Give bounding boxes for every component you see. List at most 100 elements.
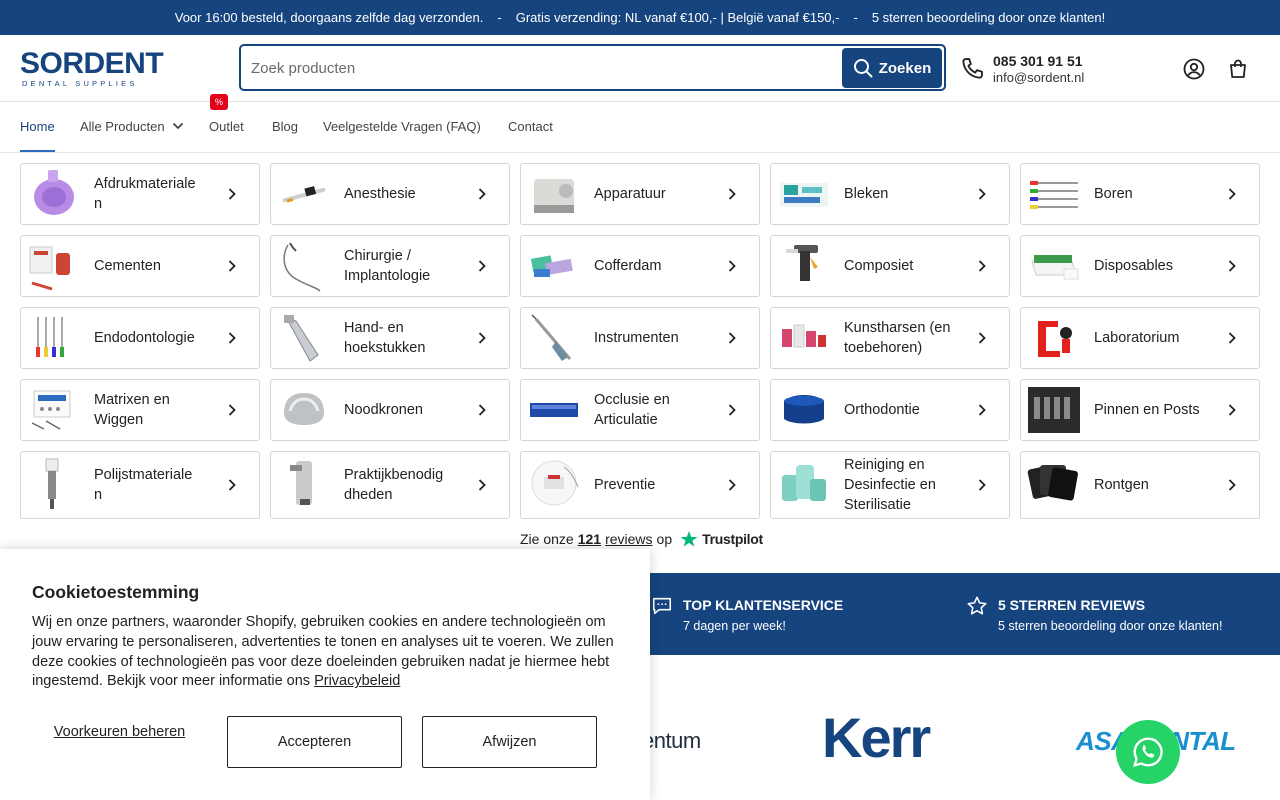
- category-image: [31, 390, 71, 430]
- category-label: Anesthesie: [344, 186, 416, 202]
- category-image: [780, 183, 828, 207]
- nav-blog[interactable]: Blog: [272, 119, 298, 134]
- category-card-cofferdam[interactable]: Cofferdam: [520, 235, 760, 297]
- usp-title: TOP KLANTENSERVICE: [683, 597, 844, 613]
- privacy-policy-link[interactable]: Privacybeleid: [314, 673, 400, 689]
- category-card-praktijkbenodigdheden[interactable]: Praktijkbenodig dheden: [270, 451, 510, 519]
- category-card-cementen[interactable]: Cementen: [20, 235, 260, 297]
- category-label: Rontgen: [1094, 477, 1149, 493]
- chevron-right-icon: [728, 332, 736, 344]
- chevron-right-icon: [728, 188, 736, 200]
- trustpilot-widget[interactable]: Zie onze 121 reviews op Trustpilot: [520, 530, 763, 548]
- search-button[interactable]: Zoeken: [842, 48, 942, 88]
- cart-icon[interactable]: [1226, 57, 1250, 81]
- trustpilot-brand: Trustpilot: [702, 531, 763, 547]
- cookie-text: Wij en onze partners, waaronder Shopify,…: [32, 613, 622, 692]
- category-label: Cofferdam: [594, 258, 662, 274]
- category-image: [34, 170, 74, 215]
- accept-cookies-button[interactable]: Accepteren: [227, 716, 402, 768]
- chat-icon: [652, 597, 672, 615]
- category-card-polijstmaterialen[interactable]: Polijstmateriale n: [20, 451, 260, 519]
- category-image: [284, 393, 324, 425]
- category-card-apparatuur[interactable]: Apparatuur: [520, 163, 760, 225]
- category-card-pinnen-en-posts[interactable]: Pinnen en Posts: [1020, 379, 1260, 441]
- nav-contact[interactable]: Contact: [508, 119, 553, 134]
- category-card-disposables[interactable]: Disposables: [1020, 235, 1260, 297]
- chevron-right-icon: [978, 260, 986, 272]
- category-card-rontgen[interactable]: Rontgen: [1020, 451, 1260, 519]
- logo-subtitle: DENTAL SUPPLIES: [22, 79, 138, 88]
- nav-outlet[interactable]: Outlet: [209, 119, 244, 134]
- site-header: SORDENT DENTAL SUPPLIES Zoeken 085 301 9…: [0, 35, 1280, 102]
- category-label: Preventie: [594, 477, 656, 493]
- category-card-boren[interactable]: Boren: [1020, 163, 1260, 225]
- chevron-right-icon: [978, 479, 986, 491]
- category-card-occlusie-en-articulatie[interactable]: Occlusie en Articulatie: [520, 379, 760, 441]
- chevron-right-icon: [1228, 260, 1236, 272]
- search-input[interactable]: [251, 52, 841, 84]
- chevron-right-icon: [1228, 404, 1236, 416]
- chevron-right-icon: [228, 188, 236, 200]
- cookie-consent-banner: Cookietoestemming Wij en onze partners, …: [0, 549, 650, 800]
- category-card-preventie[interactable]: Preventie: [520, 451, 760, 519]
- review-count: 121: [577, 531, 602, 547]
- category-image: [1031, 255, 1079, 280]
- chevron-right-icon: [728, 404, 736, 416]
- category-image: [530, 255, 573, 277]
- category-card-orthodontie[interactable]: Orthodontie: [770, 379, 1010, 441]
- account-icon[interactable]: [1182, 57, 1206, 81]
- category-image: [36, 317, 64, 357]
- chevron-right-icon: [478, 404, 486, 416]
- category-card-kunstharsen[interactable]: Kunstharsen (en toebehoren): [770, 307, 1010, 369]
- brand-logo-dentum[interactable]: entum: [642, 728, 701, 754]
- contact-info[interactable]: 085 301 91 51 info@sordent.nl: [958, 53, 1098, 87]
- category-image: [290, 461, 312, 505]
- logo-word: SORDENT: [20, 47, 164, 80]
- category-card-hand-en-hoekstukken[interactable]: Hand- en hoekstukken: [270, 307, 510, 369]
- category-label: Apparatuur: [594, 186, 666, 202]
- manage-preferences-button[interactable]: Voorkeuren beheren: [42, 724, 197, 741]
- logo[interactable]: SORDENT DENTAL SUPPLIES: [20, 49, 170, 89]
- category-label: Laboratorium: [1094, 330, 1180, 346]
- category-label: Kunstharsen (en toebehoren): [844, 320, 951, 356]
- category-card-noodkronen[interactable]: Noodkronen: [270, 379, 510, 441]
- category-card-bleken[interactable]: Bleken: [770, 163, 1010, 225]
- category-card-afdrukmaterialen[interactable]: Afdrukmateriale n: [20, 163, 260, 225]
- trust-pre: Zie onze: [520, 531, 574, 547]
- nav-home[interactable]: Home: [20, 119, 55, 134]
- category-label: Cementen: [94, 258, 161, 274]
- email-address: info@sordent.nl: [993, 70, 1085, 85]
- cookie-title: Cookietoestemming: [32, 582, 200, 602]
- whatsapp-button[interactable]: [1116, 720, 1180, 784]
- category-label: Endodontologie: [94, 330, 195, 346]
- announcement-bar: Voor 16:00 besteld, doorgaans zelfde dag…: [0, 0, 1280, 35]
- separator: -: [853, 10, 858, 25]
- category-image: [784, 395, 824, 424]
- category-label: Praktijkbenodig dheden: [344, 467, 444, 503]
- category-card-chirurgie-implantologie[interactable]: Chirurgie / Implantologie: [270, 235, 510, 297]
- category-card-endodontologie[interactable]: Endodontologie: [20, 307, 260, 369]
- category-card-laboratorium[interactable]: Laboratorium: [1020, 307, 1260, 369]
- nav-all-products[interactable]: Alle Producten: [80, 119, 184, 134]
- usp-subtitle: 5 sterren beoordeling door onze klanten!: [998, 619, 1223, 633]
- category-card-composiet[interactable]: Composiet: [770, 235, 1010, 297]
- category-card-reiniging-desinfectie[interactable]: Reiniging en Desinfectie en Sterilisatie: [770, 451, 1010, 519]
- category-card-anesthesie[interactable]: Anesthesie: [270, 163, 510, 225]
- chevron-right-icon: [478, 260, 486, 272]
- reject-cookies-button[interactable]: Afwijzen: [422, 716, 597, 768]
- chevron-right-icon: [228, 479, 236, 491]
- chevron-right-icon: [978, 332, 986, 344]
- category-card-instrumenten[interactable]: Instrumenten: [520, 307, 760, 369]
- category-card-matrixen-en-wiggen[interactable]: Matrixen en Wiggen: [20, 379, 260, 441]
- category-label: Reiniging en Desinfectie en Sterilisatie: [844, 457, 936, 513]
- star-icon: [967, 596, 987, 615]
- whatsapp-icon: [1133, 737, 1163, 767]
- nav-faq[interactable]: Veelgestelde Vragen (FAQ): [323, 119, 481, 134]
- category-image: [782, 465, 826, 501]
- chevron-right-icon: [228, 404, 236, 416]
- category-image: [530, 403, 578, 417]
- category-image: [782, 324, 826, 348]
- category-image: [1038, 321, 1072, 357]
- brand-logo-kerr[interactable]: Kerr: [822, 706, 931, 770]
- category-image: [1028, 387, 1080, 433]
